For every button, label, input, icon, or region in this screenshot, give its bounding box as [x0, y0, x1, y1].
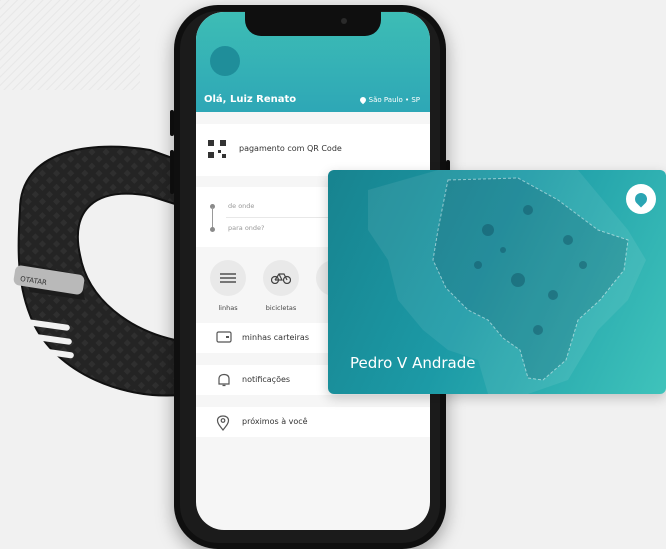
- phone-notch: [245, 10, 381, 36]
- destination-input[interactable]: para onde?: [228, 224, 265, 232]
- location-pin-icon: [358, 95, 367, 105]
- menu-item-nearby[interactable]: próximos à você: [196, 407, 430, 437]
- transit-card: Pedro V Andrade: [328, 170, 666, 394]
- lines-label: linhas: [218, 304, 238, 312]
- menu-item-nearby-label: próximos à você: [242, 417, 308, 426]
- menu-item-notifications-label: notificações: [242, 375, 291, 384]
- card-logo-icon: [626, 184, 656, 214]
- bicycles-label: bicicletas: [265, 304, 297, 312]
- lines-icon: [220, 273, 236, 283]
- location-text: São Paulo • SP: [368, 96, 420, 104]
- qr-payment-card[interactable]: pagamento com QR Code: [196, 124, 430, 176]
- wallet-icon: [216, 331, 232, 343]
- bicycles-button[interactable]: [263, 260, 299, 296]
- background-pattern: [0, 0, 140, 90]
- origin-input[interactable]: de onde: [228, 202, 254, 210]
- route-line: [212, 207, 213, 229]
- location-pin-icon: [216, 415, 230, 431]
- menu-item-wallets-label: minhas carteiras: [242, 333, 309, 342]
- qr-code-icon: [208, 140, 226, 158]
- greeting-text: Olá, Luiz Renato: [204, 94, 297, 105]
- lines-button[interactable]: [210, 260, 246, 296]
- destination-dot-icon: [210, 227, 215, 232]
- band-brand-text: OTATAR: [20, 275, 48, 287]
- bicycle-icon: [271, 273, 291, 284]
- location-selector[interactable]: São Paulo • SP: [358, 95, 420, 105]
- avatar[interactable]: [210, 46, 240, 76]
- bell-icon: [218, 373, 230, 387]
- card-holder-name: Pedro V Andrade: [350, 354, 476, 372]
- qr-payment-label: pagamento com QR Code: [239, 144, 342, 153]
